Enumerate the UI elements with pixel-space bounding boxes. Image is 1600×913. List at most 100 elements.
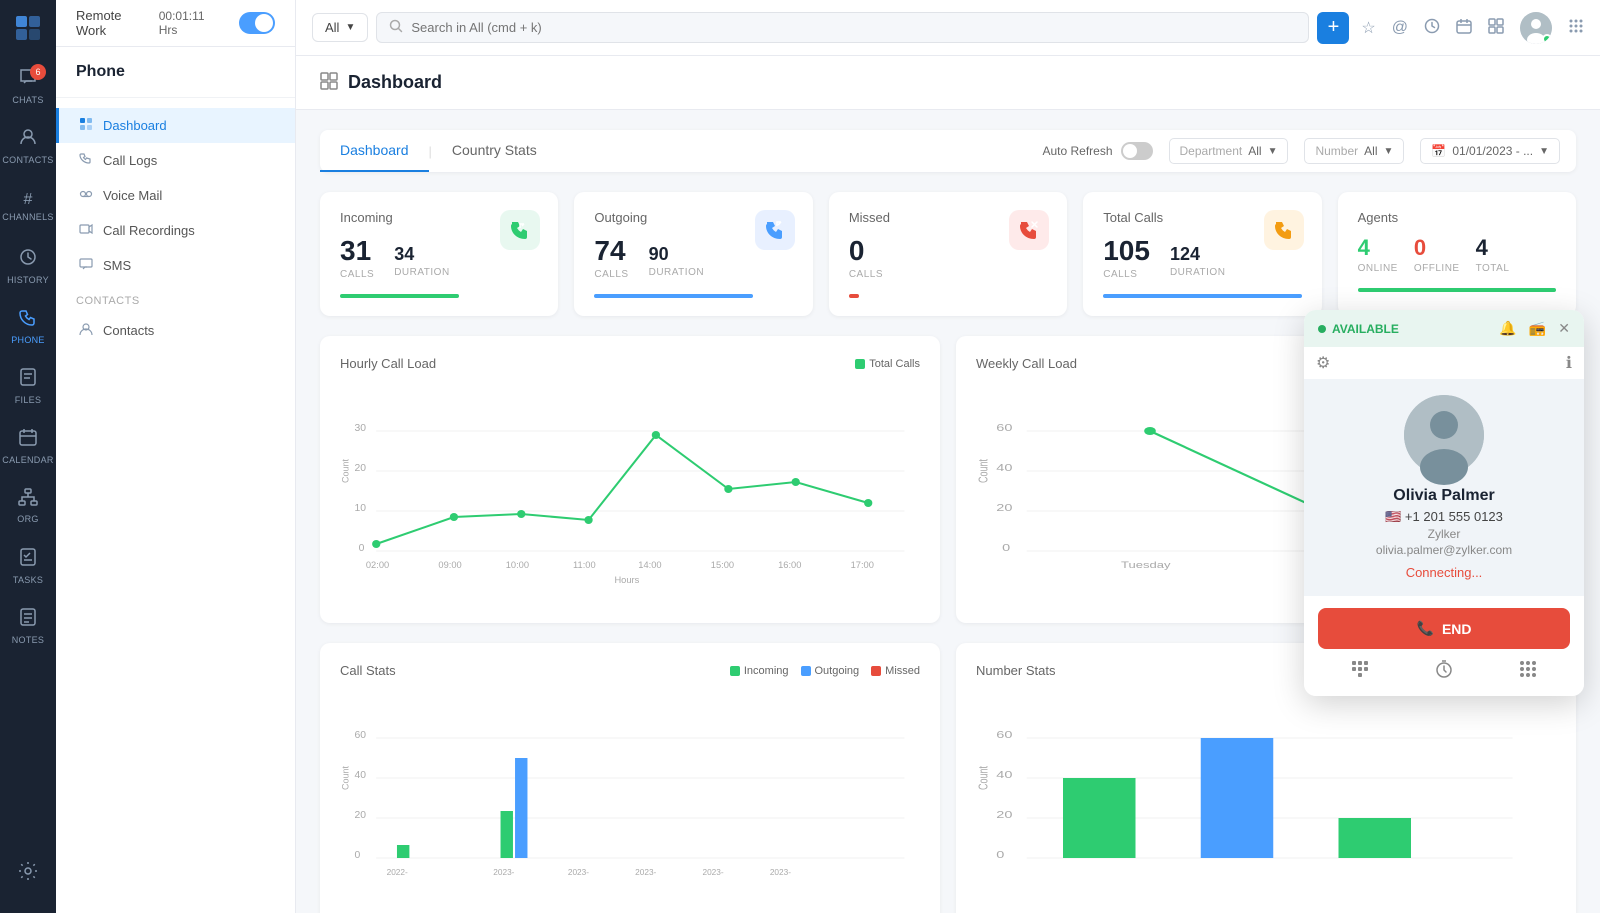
icon-rail: 6 CHATS CONTACTS # CHANNELS HISTO bbox=[0, 0, 56, 913]
number-filter[interactable]: Number All ▼ bbox=[1304, 138, 1404, 164]
sidebar-item-notes[interactable]: NOTES bbox=[0, 596, 56, 656]
auto-refresh-toggle-area: Auto Refresh bbox=[1042, 142, 1152, 160]
agents-numbers: 4 ONLINE 0 OFFLINE 4 TOTAL bbox=[1358, 235, 1556, 274]
missed-calls: 0 bbox=[849, 235, 883, 267]
nav-item-call-recordings[interactable]: Call Recordings bbox=[56, 213, 295, 248]
timer-icon[interactable] bbox=[1434, 659, 1454, 684]
stat-card-outgoing: Outgoing 74 CALLS 90 DURATION bbox=[574, 192, 812, 316]
add-button[interactable]: + bbox=[1317, 12, 1349, 44]
svg-text:Tuesday: Tuesday bbox=[1121, 561, 1171, 571]
incoming-calls-label: CALLS bbox=[340, 269, 374, 280]
sidebar-item-chats[interactable]: 6 CHATS bbox=[0, 56, 56, 116]
nav-item-call-logs[interactable]: Call Logs bbox=[56, 143, 295, 178]
svg-text:Hours: Hours bbox=[614, 575, 639, 585]
agents-bar bbox=[1358, 288, 1556, 292]
svg-text:2023-: 2023- bbox=[635, 868, 656, 877]
outgoing-calls-label: CALLS bbox=[594, 269, 628, 280]
legend-incoming: Incoming bbox=[730, 665, 789, 677]
call-stats-title: Call Stats bbox=[340, 663, 396, 678]
number-stats-title: Number Stats bbox=[976, 663, 1055, 678]
agents-offline: 0 bbox=[1414, 235, 1460, 261]
stats-row: Incoming 31 CALLS 34 DURATION bbox=[320, 192, 1576, 316]
svg-text:Count: Count bbox=[340, 459, 350, 483]
call-stats-card: Call Stats Incoming Outgoing Missed bbox=[320, 643, 940, 913]
auto-refresh-toggle[interactable] bbox=[1121, 142, 1153, 160]
legend-outgoing: Outgoing bbox=[801, 665, 860, 677]
user-avatar[interactable] bbox=[1520, 12, 1552, 44]
svg-text:20: 20 bbox=[355, 463, 367, 474]
offline-label: OFFLINE bbox=[1414, 263, 1460, 274]
sidebar-item-phone[interactable]: PHONE bbox=[0, 296, 56, 356]
contact-name: Olivia Palmer bbox=[1320, 487, 1568, 505]
contacts-nav-label: Contacts bbox=[103, 323, 154, 338]
mention-icon[interactable]: @ bbox=[1392, 19, 1408, 37]
sidebar-item-calendar[interactable]: CALENDAR bbox=[0, 416, 56, 476]
notification-icon[interactable]: 🔔 bbox=[1499, 320, 1516, 337]
contact-company: Zylker bbox=[1320, 527, 1568, 541]
number-label: Number bbox=[1315, 144, 1358, 158]
svg-text:2023-: 2023- bbox=[703, 868, 724, 877]
nav-item-voice-mail[interactable]: Voice Mail bbox=[56, 178, 295, 213]
remote-work-toggle[interactable] bbox=[239, 12, 275, 34]
sidebar-item-history[interactable]: HISTORY bbox=[0, 236, 56, 296]
settings-button[interactable] bbox=[0, 843, 56, 903]
channels-label: CHANNELS bbox=[2, 212, 53, 222]
call-panel-header-actions: 🔔 📻 ✕ bbox=[1499, 320, 1570, 337]
voicemail-icon bbox=[79, 187, 93, 204]
svg-text:Count: Count bbox=[977, 458, 991, 483]
svg-text:15:00: 15:00 bbox=[711, 560, 734, 570]
call-recordings-label: Call Recordings bbox=[103, 223, 195, 238]
agents-total: 4 bbox=[1476, 235, 1510, 261]
tasks-label: TASKS bbox=[13, 575, 43, 585]
grid-icon[interactable] bbox=[1488, 18, 1504, 37]
remote-work-title: Remote Work bbox=[76, 8, 147, 38]
svg-text:60: 60 bbox=[355, 730, 367, 741]
voicemail-panel-icon[interactable]: 📻 bbox=[1529, 320, 1546, 337]
date-value: 01/01/2023 - ... bbox=[1452, 144, 1533, 158]
apps-icon[interactable] bbox=[1568, 18, 1584, 37]
clock-icon[interactable] bbox=[1424, 18, 1440, 37]
close-panel-icon[interactable]: ✕ bbox=[1558, 320, 1570, 337]
nav-item-dashboard[interactable]: Dashboard bbox=[56, 108, 295, 143]
gear-icon[interactable]: ⚙ bbox=[1316, 353, 1330, 373]
sidebar-item-org[interactable]: ORG bbox=[0, 476, 56, 536]
tab-country-stats[interactable]: Country Stats bbox=[432, 130, 557, 172]
svg-text:60: 60 bbox=[996, 729, 1012, 740]
scope-value: All bbox=[325, 20, 339, 35]
department-filter[interactable]: Department All ▼ bbox=[1169, 138, 1289, 164]
notes-label: NOTES bbox=[12, 635, 45, 645]
call-footer: 📞 END bbox=[1304, 596, 1584, 696]
nav-item-sms[interactable]: SMS bbox=[56, 248, 295, 283]
department-chevron: ▼ bbox=[1268, 146, 1278, 157]
app-logo[interactable] bbox=[0, 0, 56, 56]
missed-calls-label: CALLS bbox=[849, 269, 883, 280]
call-stats-legend: Incoming Outgoing Missed bbox=[730, 665, 920, 677]
calendar-label: CALENDAR bbox=[2, 455, 53, 465]
incoming-duration: 34 bbox=[394, 244, 449, 265]
end-call-button[interactable]: 📞 END bbox=[1318, 608, 1570, 649]
sms-label: SMS bbox=[103, 258, 131, 273]
sidebar-item-contacts[interactable]: CONTACTS bbox=[0, 116, 56, 176]
keypad-icon[interactable] bbox=[1350, 659, 1370, 684]
sidebar-item-tasks[interactable]: TASKS bbox=[0, 536, 56, 596]
call-panel-header: AVAILABLE 🔔 📻 ✕ bbox=[1304, 310, 1584, 347]
search-scope-dropdown[interactable]: All ▼ bbox=[312, 13, 368, 42]
sidebar-item-files[interactable]: FILES bbox=[0, 356, 56, 416]
contacts-label: CONTACTS bbox=[2, 155, 53, 165]
sidebar-header: Phone bbox=[56, 47, 295, 98]
svg-text:09:00: 09:00 bbox=[438, 560, 461, 570]
svg-text:0: 0 bbox=[355, 850, 361, 861]
star-icon[interactable]: ☆ bbox=[1361, 18, 1375, 38]
date-filter[interactable]: 📅 01/01/2023 - ... ▼ bbox=[1420, 138, 1560, 164]
info-icon[interactable]: ℹ bbox=[1566, 353, 1572, 373]
calendar-topbar-icon[interactable] bbox=[1456, 18, 1472, 37]
calendar-icon bbox=[18, 427, 38, 452]
tab-dashboard[interactable]: Dashboard bbox=[320, 130, 429, 172]
search-input[interactable] bbox=[411, 20, 711, 35]
apps-panel-icon[interactable] bbox=[1518, 659, 1538, 684]
agents-title: Agents bbox=[1358, 210, 1556, 225]
available-status: AVAILABLE bbox=[1332, 322, 1399, 336]
sidebar-item-channels[interactable]: # CHANNELS bbox=[0, 176, 56, 236]
outgoing-bar bbox=[594, 294, 753, 298]
nav-item-contacts[interactable]: Contacts bbox=[56, 313, 295, 348]
